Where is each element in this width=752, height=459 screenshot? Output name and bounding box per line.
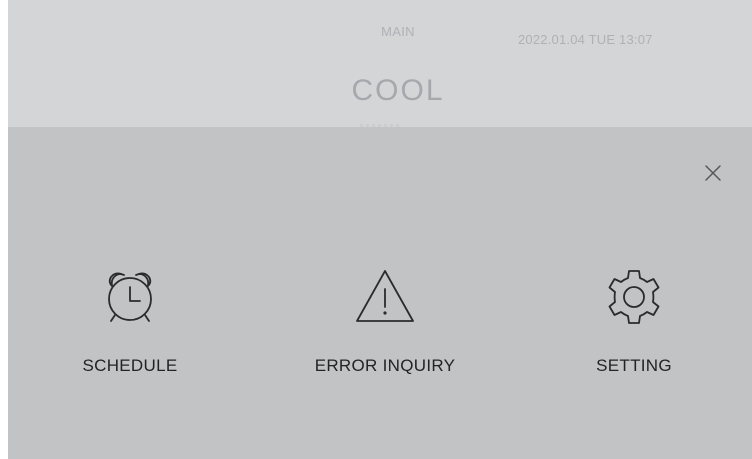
schedule-label: SCHEDULE [82,356,178,375]
gear-icon [608,270,660,324]
error-inquiry-button[interactable]: ERROR INQUIRY [285,265,485,395]
close-button[interactable] [701,161,725,185]
setting-label: SETTING [596,356,672,375]
header: MAIN 2022.01.04 TUE 13:07 COOL [8,0,752,128]
error-inquiry-label: ERROR INQUIRY [314,356,456,375]
screen: MAIN 2022.01.04 TUE 13:07 COOL SCHEDULE … [8,0,752,459]
alarm-clock-icon [108,272,152,322]
close-icon [705,165,721,181]
mode-display: COOL [351,74,445,107]
setting-button[interactable]: SETTING [534,265,734,395]
datetime: 2022.01.04 TUE 13:07 [518,32,653,47]
menu-overlay: SCHEDULE ERROR INQUIRY SETTING [8,127,752,459]
schedule-button[interactable]: SCHEDULE [30,265,230,395]
warning-triangle-icon [356,270,414,322]
menu-label: MAIN [381,24,415,39]
